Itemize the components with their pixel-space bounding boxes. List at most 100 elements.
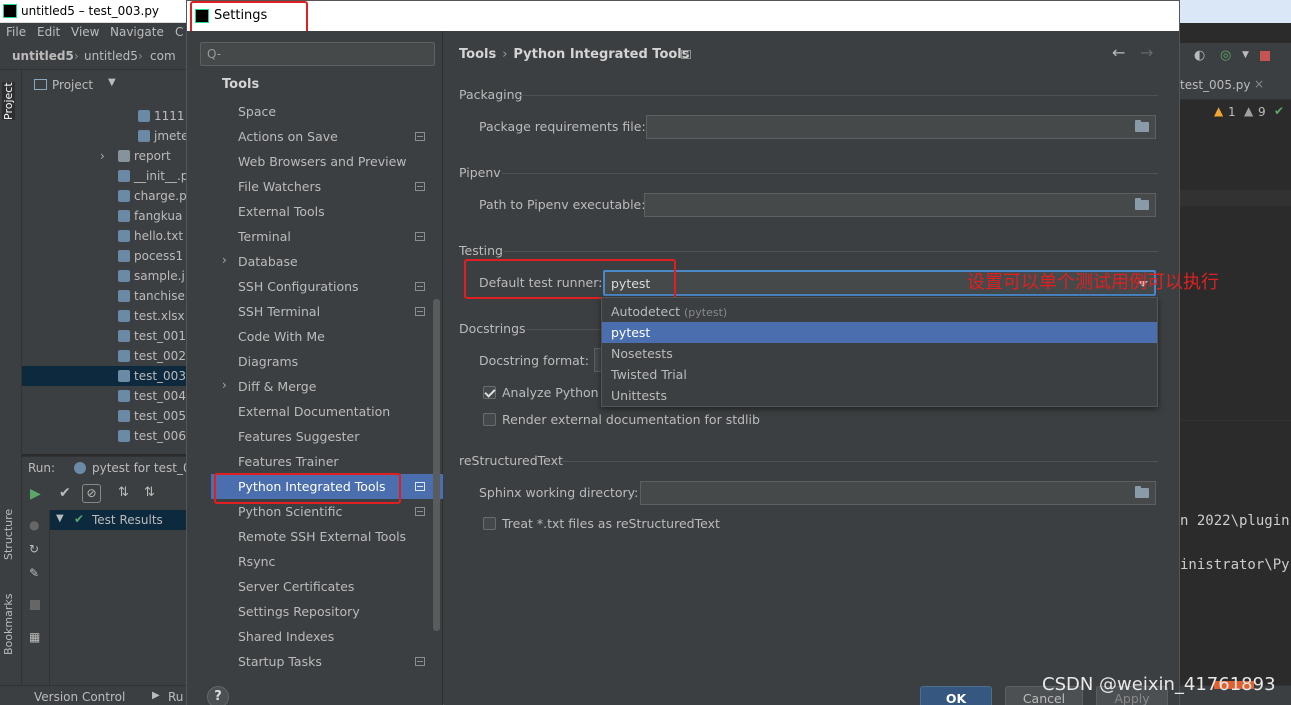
menu-navigate[interactable]: Navigate: [110, 25, 164, 39]
tool-tab-bookmarks[interactable]: Bookmarks: [2, 594, 15, 655]
nav-crumb-module[interactable]: untitled5: [84, 49, 138, 63]
nav-item-startup-tasks[interactable]: Startup Tasks: [211, 649, 443, 674]
project-tree-item[interactable]: test_001: [22, 326, 186, 346]
chevron-right-icon[interactable]: ›: [100, 149, 105, 163]
test-runner-option[interactable]: pytest: [602, 322, 1157, 343]
close-icon[interactable]: ×: [1254, 77, 1264, 91]
nav-item-settings-repository[interactable]: Settings Repository: [211, 599, 443, 624]
project-tree-item[interactable]: test_003: [22, 366, 186, 386]
project-tree-item[interactable]: fangkua: [22, 206, 186, 226]
tool-tab-structure[interactable]: Structure: [2, 509, 15, 560]
stop-icon[interactable]: [1260, 51, 1270, 61]
folder-icon[interactable]: [1135, 120, 1149, 132]
nav-item-space[interactable]: Space: [211, 99, 443, 124]
nav-crumb-project[interactable]: untitled5: [12, 49, 74, 63]
project-tree-item[interactable]: tanchise: [22, 286, 186, 306]
weak-warning-count[interactable]: 9: [1258, 105, 1266, 119]
nav-item-code-with-me[interactable]: Code With Me: [211, 324, 443, 349]
project-panel-title[interactable]: Project: [52, 78, 93, 92]
nav-item-web-browsers-and-preview[interactable]: Web Browsers and Preview: [211, 149, 443, 174]
layout-icon[interactable]: ▦: [29, 630, 40, 644]
sort-alpha-icon[interactable]: ⇅: [118, 485, 129, 500]
project-tree-item[interactable]: charge.p: [22, 186, 186, 206]
project-tree-item[interactable]: test_004: [22, 386, 186, 406]
nav-item-remote-ssh-external-tools[interactable]: Remote SSH External Tools: [211, 524, 443, 549]
tool-tab-project[interactable]: Project: [2, 82, 15, 120]
nav-item-diagrams[interactable]: Diagrams: [211, 349, 443, 374]
project-tree-item[interactable]: test_005: [22, 406, 186, 426]
chevron-right-icon[interactable]: ›: [222, 253, 227, 267]
nav-item-ssh-terminal[interactable]: SSH Terminal: [211, 299, 443, 324]
render-external-docs-checkbox[interactable]: [483, 413, 496, 426]
folder-icon[interactable]: [1135, 198, 1149, 210]
nav-item-diff-merge[interactable]: › Diff & Merge: [211, 374, 443, 399]
nav-item-server-certificates[interactable]: Server Certificates: [211, 574, 443, 599]
project-tree-item[interactable]: pocess1: [22, 246, 186, 266]
menu-edit[interactable]: Edit: [37, 25, 60, 39]
analyze-python-checkbox[interactable]: [483, 386, 496, 399]
project-tree-item[interactable]: 1111: [22, 106, 186, 126]
editor-area[interactable]: ▲ 1 ▲ 9 ✔: [1180, 100, 1291, 420]
crumb-tools[interactable]: Tools: [459, 47, 496, 62]
pipenv-path-field[interactable]: [644, 193, 1156, 217]
project-tree-item[interactable]: test_002: [22, 346, 186, 366]
nav-item-file-watchers[interactable]: File Watchers: [211, 174, 443, 199]
editor-tab-test-005[interactable]: test_005.py: [1180, 78, 1250, 92]
sort-duration-icon[interactable]: ⇅: [144, 485, 155, 500]
tools-heading[interactable]: Tools: [222, 77, 259, 92]
project-tree-item[interactable]: sample.j: [22, 266, 186, 286]
status-run[interactable]: Ru: [168, 690, 183, 704]
chevron-down-icon[interactable]: ▼: [56, 513, 64, 524]
chevron-down-icon[interactable]: ▼: [1242, 50, 1249, 60]
sidebar-scrollbar[interactable]: [433, 299, 440, 631]
nav-item-external-documentation[interactable]: External Documentation: [211, 399, 443, 424]
test-results-row[interactable]: ▼ ✔ Test Results: [50, 510, 186, 530]
test-runner-option[interactable]: Unittests: [602, 385, 1157, 406]
back-arrow-icon[interactable]: ←: [1112, 43, 1125, 62]
project-tree-item[interactable]: test.xlsx: [22, 306, 186, 326]
menu-file[interactable]: File: [6, 25, 26, 39]
show-ignored-icon[interactable]: ⊘: [82, 484, 101, 503]
nav-item-rsync[interactable]: Rsync: [211, 549, 443, 574]
nav-item-features-trainer[interactable]: Features Trainer: [211, 449, 443, 474]
debug-icon[interactable]: ●: [29, 518, 39, 532]
profile-icon[interactable]: ◐: [1194, 48, 1205, 63]
menu-view[interactable]: View: [71, 25, 99, 39]
settings-search-input[interactable]: Q-: [200, 42, 435, 66]
project-tree-item[interactable]: hello.txt: [22, 226, 186, 246]
run-config-tab[interactable]: pytest for test_0: [92, 461, 191, 475]
nav-item-features-suggester[interactable]: Features Suggester: [211, 424, 443, 449]
folder-icon[interactable]: [1135, 486, 1149, 498]
analyze-python-label[interactable]: Analyze Python c: [502, 385, 609, 400]
package-requirements-field[interactable]: [646, 115, 1156, 139]
ok-button[interactable]: OK: [920, 686, 992, 705]
stop-icon[interactable]: [30, 600, 40, 610]
nav-item-database[interactable]: › Database: [211, 249, 443, 274]
nav-item-terminal[interactable]: Terminal: [211, 224, 443, 249]
chevron-down-icon[interactable]: ▼: [108, 77, 116, 88]
test-runner-option[interactable]: Autodetect (pytest): [602, 301, 1157, 322]
project-tree-item[interactable]: __init__.p: [22, 166, 186, 186]
chevron-right-icon[interactable]: ›: [222, 378, 227, 392]
coverage-icon[interactable]: ◎: [1220, 48, 1231, 63]
test-runner-option[interactable]: Twisted Trial: [602, 364, 1157, 385]
show-passed-icon[interactable]: ✔: [59, 485, 71, 501]
warning-count[interactable]: 1: [1228, 105, 1236, 119]
project-tree-item[interactable]: jmete: [22, 126, 186, 146]
project-tree-item[interactable]: test_006: [22, 426, 186, 446]
forward-arrow-icon[interactable]: →: [1140, 43, 1153, 62]
treat-txt-label[interactable]: Treat *.txt files as reStructuredText: [502, 516, 720, 531]
nav-item-shared-indexes[interactable]: Shared Indexes: [211, 624, 443, 649]
run-console[interactable]: n 2022\plugins inistrator\Pyc: [1180, 420, 1291, 689]
help-button[interactable]: ?: [207, 686, 229, 705]
nav-crumb-package[interactable]: com: [150, 49, 176, 63]
refresh-icon[interactable]: ↻: [29, 542, 39, 556]
status-version-control[interactable]: Version Control: [34, 690, 125, 704]
nav-item-ssh-configurations[interactable]: SSH Configurations: [211, 274, 443, 299]
sphinx-dir-field[interactable]: [640, 481, 1156, 505]
rerun-icon[interactable]: ▶: [30, 486, 41, 502]
wrench-icon[interactable]: ✎: [29, 566, 39, 580]
nav-item-actions-on-save[interactable]: Actions on Save: [211, 124, 443, 149]
treat-txt-checkbox[interactable]: [483, 517, 496, 530]
test-runner-option[interactable]: Nosetests: [602, 343, 1157, 364]
